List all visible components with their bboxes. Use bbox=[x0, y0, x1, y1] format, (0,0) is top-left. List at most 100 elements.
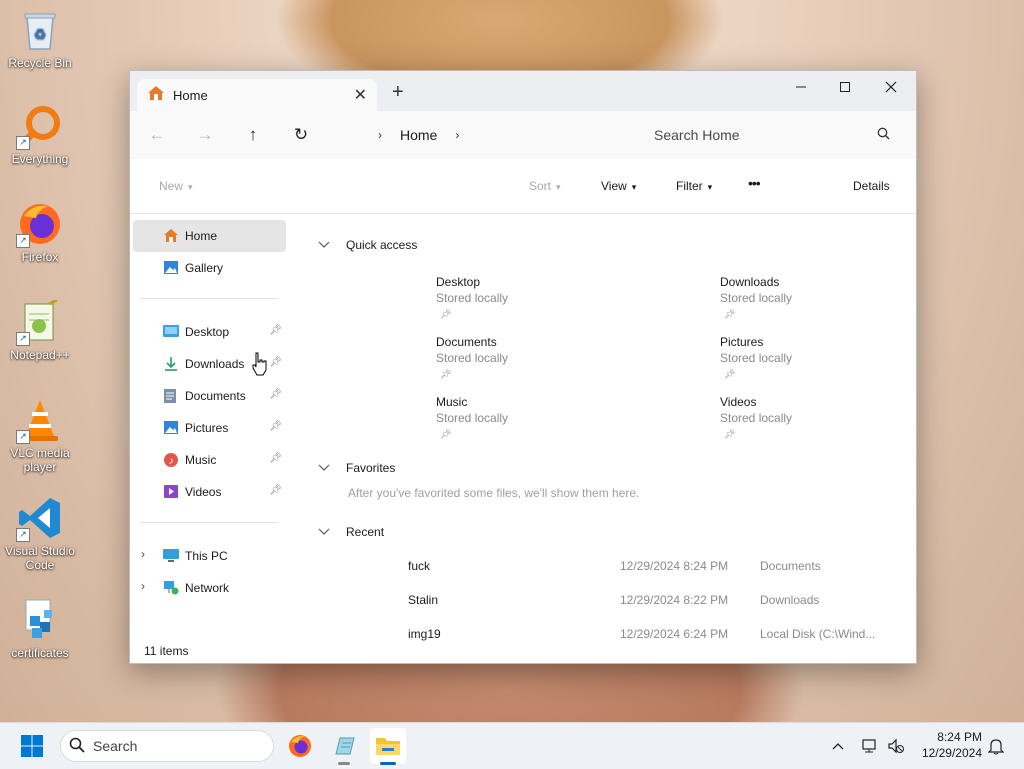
hand-cursor-icon bbox=[251, 352, 269, 381]
view-button[interactable]: View ▾ bbox=[601, 179, 636, 193]
recent-file-name: img19 bbox=[408, 627, 441, 641]
maximize-button[interactable] bbox=[822, 71, 868, 103]
minimize-button[interactable] bbox=[778, 71, 824, 103]
pin-icon: 📌︎ bbox=[269, 421, 282, 432]
running-indicator bbox=[338, 762, 350, 765]
taskbar-file-explorer[interactable] bbox=[370, 728, 406, 765]
recent-file-date: 12/29/2024 8:22 PM bbox=[620, 593, 729, 607]
sidebar-item-this-pc[interactable]: › This PC bbox=[133, 540, 286, 572]
this-pc-icon bbox=[163, 548, 179, 564]
notepad-plus-plus-icon: ↗ bbox=[16, 300, 62, 346]
sidebar-item-documents[interactable]: Documents 📌︎ bbox=[133, 380, 286, 412]
sidebar-item-pictures[interactable]: Pictures 📌︎ bbox=[133, 412, 286, 444]
recent-file-row[interactable]: fuck 12/29/2024 8:24 PM Documents bbox=[408, 559, 888, 579]
gallery-icon bbox=[163, 260, 179, 276]
search-icon bbox=[877, 127, 890, 143]
chevron-down-icon bbox=[318, 525, 336, 539]
taskbar-app-notepad[interactable] bbox=[326, 728, 362, 765]
forward-button[interactable]: → bbox=[189, 121, 221, 149]
firefox-icon: ↗ bbox=[16, 202, 62, 248]
quick-access-item-music[interactable]: Music Stored locally 📌︎ bbox=[436, 394, 508, 442]
network-status-icon[interactable] bbox=[858, 723, 882, 769]
quick-access-item-desktop[interactable]: Desktop Stored locally 📌︎ bbox=[436, 274, 508, 322]
sidebar-item-desktop[interactable]: Desktop 📌︎ bbox=[133, 316, 286, 348]
sidebar-item-network[interactable]: › Network bbox=[133, 572, 286, 604]
tab-home[interactable]: Home ✕ bbox=[137, 79, 377, 111]
pin-icon: 📌︎ bbox=[269, 389, 282, 400]
chevron-down-icon bbox=[318, 238, 336, 252]
folder-icon bbox=[376, 738, 400, 755]
quick-access-item-videos[interactable]: Videos Stored locally 📌︎ bbox=[720, 394, 792, 442]
breadcrumb-chevron-icon[interactable]: › bbox=[455, 128, 459, 142]
shortcut-arrow-icon: ↗ bbox=[16, 430, 30, 444]
desktop-icon-recycle-bin[interactable]: ♻ Recycle Bin bbox=[0, 8, 80, 70]
shortcut-arrow-icon: ↗ bbox=[16, 332, 30, 346]
desktop-icon-firefox[interactable]: ↗ Firefox bbox=[0, 202, 80, 264]
shortcut-arrow-icon: ↗ bbox=[16, 234, 30, 248]
quick-access-item-pictures[interactable]: Pictures Stored locally 📌︎ bbox=[720, 334, 792, 382]
quick-access-item-downloads[interactable]: Downloads Stored locally 📌︎ bbox=[720, 274, 792, 322]
volume-muted-icon[interactable] bbox=[884, 723, 908, 769]
recent-file-name: Stalin bbox=[408, 593, 439, 607]
pin-icon: 📌︎ bbox=[269, 485, 282, 496]
desktop-icon-vlc[interactable]: ↗ VLC media player bbox=[0, 398, 80, 474]
svg-text:♻: ♻ bbox=[34, 26, 47, 42]
refresh-button[interactable]: ↻ bbox=[285, 121, 317, 149]
sidebar-item-music[interactable]: ♪ Music 📌︎ bbox=[133, 444, 286, 476]
pin-icon: 📌︎ bbox=[440, 429, 452, 439]
sidebar-item-home[interactable]: Home bbox=[133, 220, 286, 252]
back-button[interactable]: ← bbox=[141, 121, 173, 149]
more-options-button[interactable]: ••• bbox=[748, 175, 761, 191]
favorites-empty-hint: After you've favorited some files, we'll… bbox=[348, 486, 640, 500]
close-tab-icon[interactable]: ✕ bbox=[354, 85, 367, 105]
taskbar-firefox[interactable] bbox=[282, 728, 318, 764]
recent-file-row[interactable]: img19 12/29/2024 6:24 PM Local Disk (C:\… bbox=[408, 627, 888, 647]
section-quick-access[interactable]: Quick access bbox=[318, 238, 417, 252]
status-item-count: 11 items bbox=[144, 644, 189, 658]
taskbar-search-box[interactable]: Search bbox=[60, 730, 274, 762]
pictures-folder-icon bbox=[163, 420, 179, 436]
recent-file-date: 12/29/2024 8:24 PM bbox=[620, 559, 729, 573]
details-button[interactable]: Details bbox=[853, 179, 890, 193]
chevron-down-icon: ▾ bbox=[707, 182, 713, 192]
svg-text:♪: ♪ bbox=[169, 456, 174, 467]
sidebar-item-videos[interactable]: Videos 📌︎ bbox=[133, 476, 286, 508]
section-favorites[interactable]: Favorites bbox=[318, 461, 395, 475]
expand-chevron-icon[interactable]: › bbox=[141, 579, 145, 593]
title-bar: Home ✕ + bbox=[130, 71, 916, 111]
search-input[interactable]: Search Home bbox=[640, 119, 902, 151]
close-window-button[interactable] bbox=[868, 71, 914, 103]
show-hidden-icons-button[interactable] bbox=[826, 723, 850, 769]
quick-access-item-documents[interactable]: Documents Stored locally 📌︎ bbox=[436, 334, 508, 382]
tab-title: Home bbox=[173, 87, 208, 103]
filter-button[interactable]: Filter ▾ bbox=[676, 179, 712, 193]
recent-file-location: Downloads bbox=[760, 593, 820, 607]
chevron-down-icon: ▾ bbox=[188, 182, 193, 192]
sort-button[interactable]: Sort ▾ bbox=[529, 179, 561, 193]
address-bar[interactable]: › Home › bbox=[330, 119, 630, 151]
shortcut-arrow-icon: ↗ bbox=[16, 528, 30, 542]
windows-logo-icon bbox=[21, 735, 43, 757]
home-icon bbox=[147, 85, 165, 106]
sidebar-item-gallery[interactable]: Gallery bbox=[133, 252, 286, 284]
taskbar-search-label: Search bbox=[93, 738, 138, 754]
start-button[interactable] bbox=[14, 728, 50, 764]
desktop-icon-label: Everything bbox=[11, 152, 69, 166]
taskbar-clock[interactable]: 8:24 PM 12/29/2024 bbox=[910, 729, 982, 761]
notifications-button[interactable] bbox=[984, 723, 1008, 769]
pin-icon: 📌︎ bbox=[440, 309, 452, 319]
desktop-icon-notepad-plus-plus[interactable]: ↗ Notepad++ bbox=[0, 300, 80, 362]
desktop-icon-certificates[interactable]: certificates bbox=[0, 598, 80, 660]
notepad-icon bbox=[335, 737, 355, 755]
desktop-icon-vscode[interactable]: ↗ Visual Studio Code bbox=[0, 496, 80, 572]
expand-chevron-icon[interactable]: › bbox=[141, 547, 145, 561]
videos-folder-icon bbox=[163, 484, 179, 500]
breadcrumb-home[interactable]: Home bbox=[400, 127, 437, 143]
new-tab-button[interactable]: + bbox=[392, 81, 404, 104]
section-recent[interactable]: Recent bbox=[318, 525, 384, 539]
recent-file-row[interactable]: Stalin 12/29/2024 8:22 PM Downloads bbox=[408, 593, 888, 613]
recycle-bin-icon: ♻ bbox=[18, 8, 62, 52]
new-button[interactable]: New ▾ bbox=[159, 179, 193, 193]
up-button[interactable]: ↑ bbox=[237, 121, 269, 149]
desktop-icon-everything[interactable]: ↗ Everything bbox=[0, 104, 80, 166]
